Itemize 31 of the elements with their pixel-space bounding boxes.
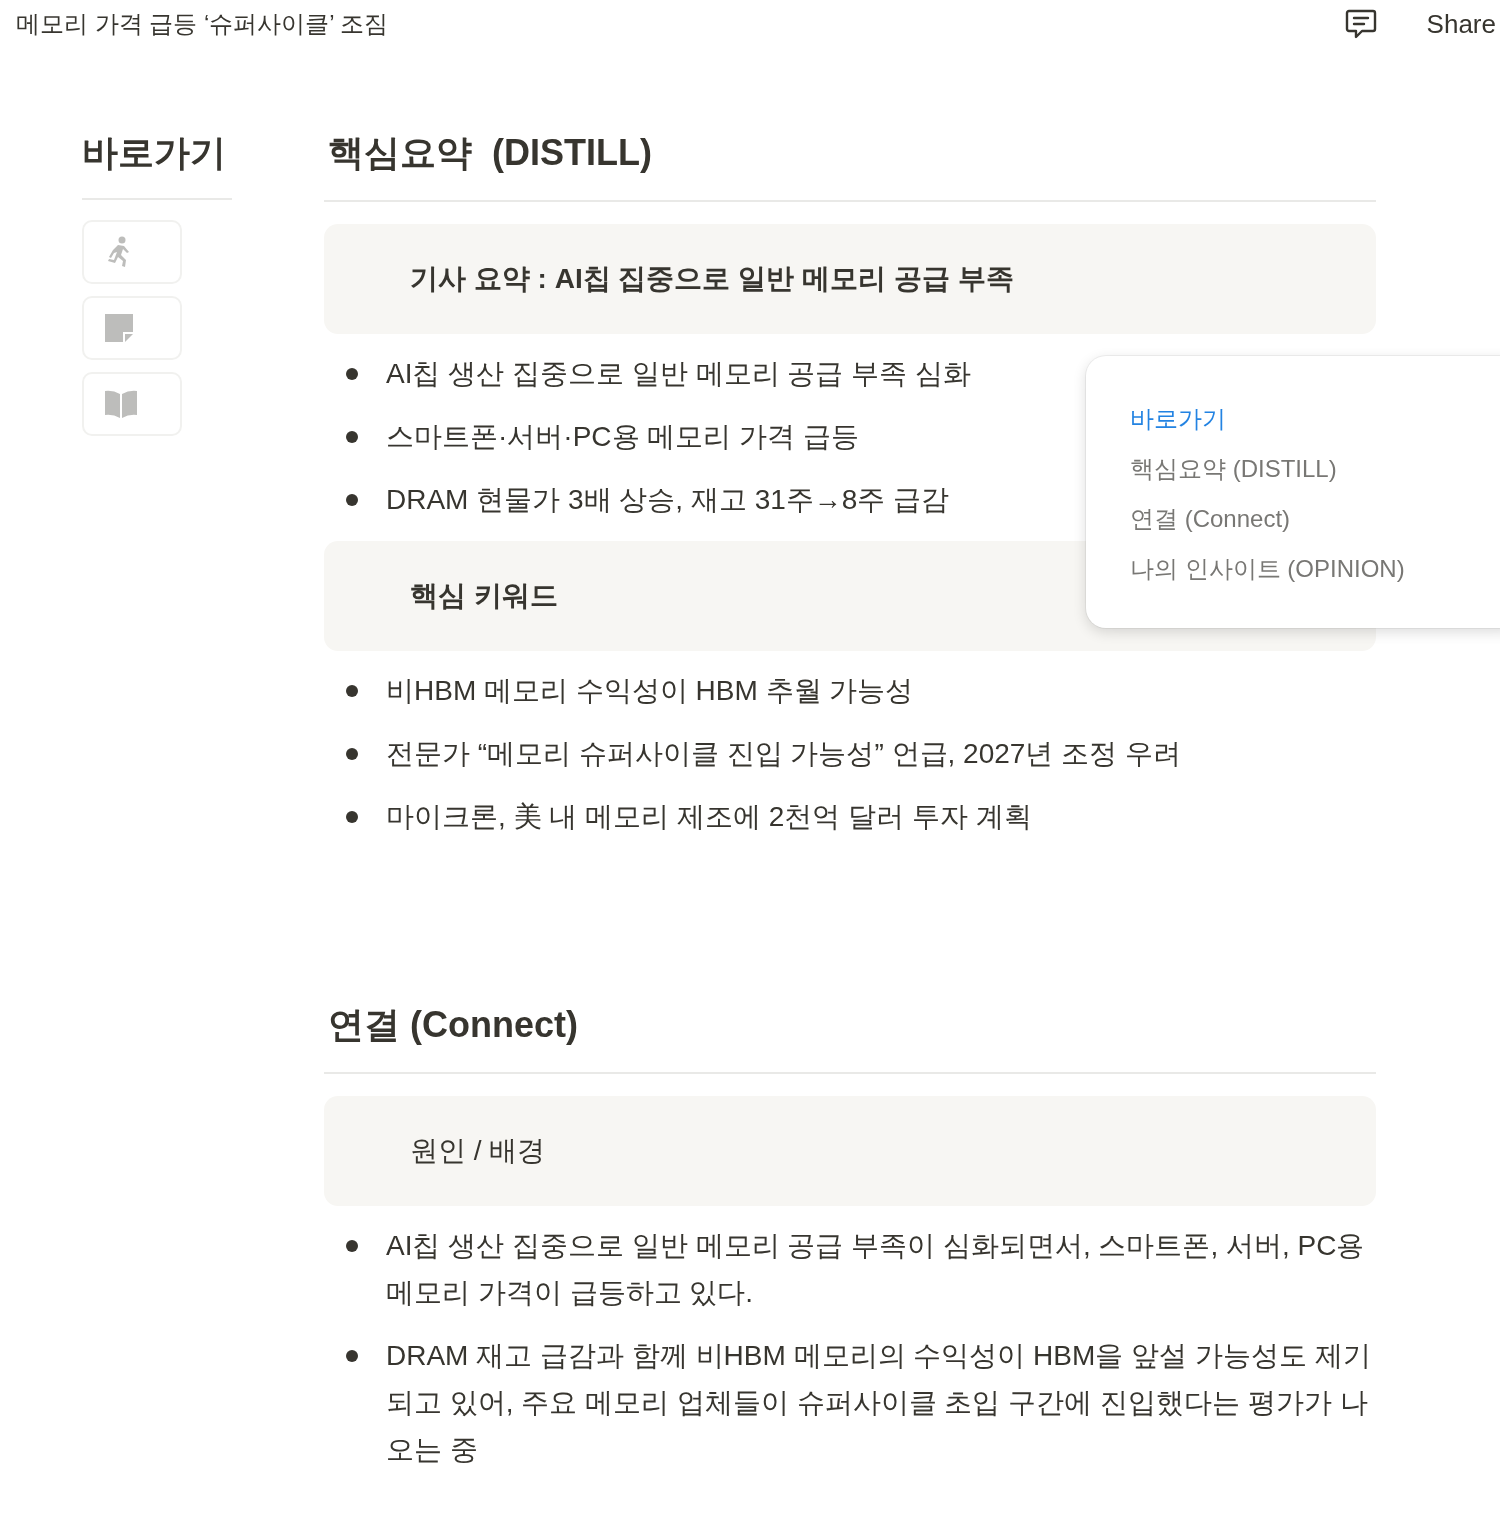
toc-link[interactable]: 연결 (Connect) <box>1130 494 1482 544</box>
book-icon <box>104 390 138 418</box>
bullet-icon <box>346 748 358 760</box>
callout: 원인 / 배경 <box>324 1096 1376 1206</box>
page-title: 메모리 가격 급등 ‘슈퍼사이클’ 조짐 <box>16 9 389 39</box>
shortcut-tile[interactable] <box>82 296 182 360</box>
bullet-text: AI칩 생산 집중으로 일반 메모리 공급 부족 심화 <box>386 357 971 391</box>
section-heading: 연결 (Connect) <box>328 1004 578 1045</box>
bullet-text: 마이크론, 美 내 메모리 제조에 2천억 달러 투자 계획 <box>386 800 1032 834</box>
bullet-text: 비HBM 메모리 수익성이 HBM 추월 가능성 <box>386 674 914 708</box>
bullet-icon <box>346 1240 358 1252</box>
sidebar-title: 바로가기 <box>82 126 232 200</box>
share-button[interactable]: Share <box>1426 4 1496 44</box>
bullet-icon <box>346 811 358 823</box>
bullet-icon <box>346 494 358 506</box>
callout: 기사 요약 : AI칩 집중으로 일반 메모리 공급 부족 <box>324 224 1376 334</box>
bullet-icon <box>346 368 358 380</box>
bullet-icon <box>346 685 358 697</box>
toc-link[interactable]: 핵심요약 (DISTILL) <box>1130 444 1482 494</box>
bullet-icon <box>346 1350 358 1362</box>
bullet-text: AI칩 생산 집중으로 일반 메모리 공급 부족이 심화되면서, 스마트폰, 서버, PC용 메모리 가격이 급등하고 있다. <box>386 1229 1366 1310</box>
toc-link[interactable]: 바로가기 <box>1130 394 1482 444</box>
note-icon <box>104 313 134 343</box>
section-heading: 핵심요약 (DISTILL) <box>328 132 652 173</box>
shortcut-tile[interactable] <box>82 372 182 436</box>
bullet-text: 전문가 “메모리 슈퍼사이클 진입 가능성” 언급, 2027년 조정 우려 <box>386 737 1181 771</box>
bullet-text: DRAM 재고 급감과 함께 비HBM 메모리의 수익성이 HBM을 앞설 가능성도 제기되고 있어, 주요 메모리 업체들이 슈퍼사이클 초입 구간에 진입했다는 평가가 나오는 중 <box>386 1339 1372 1467</box>
bullet-text: 스마트폰·서버·PC용 메모리 가격 급등 <box>386 420 859 454</box>
bullet-icon <box>346 431 358 443</box>
bullet-text: DRAM 현물가 3배 상승, 재고 31주→8주 급감 <box>386 483 950 517</box>
shortcut-tile[interactable] <box>82 220 182 284</box>
